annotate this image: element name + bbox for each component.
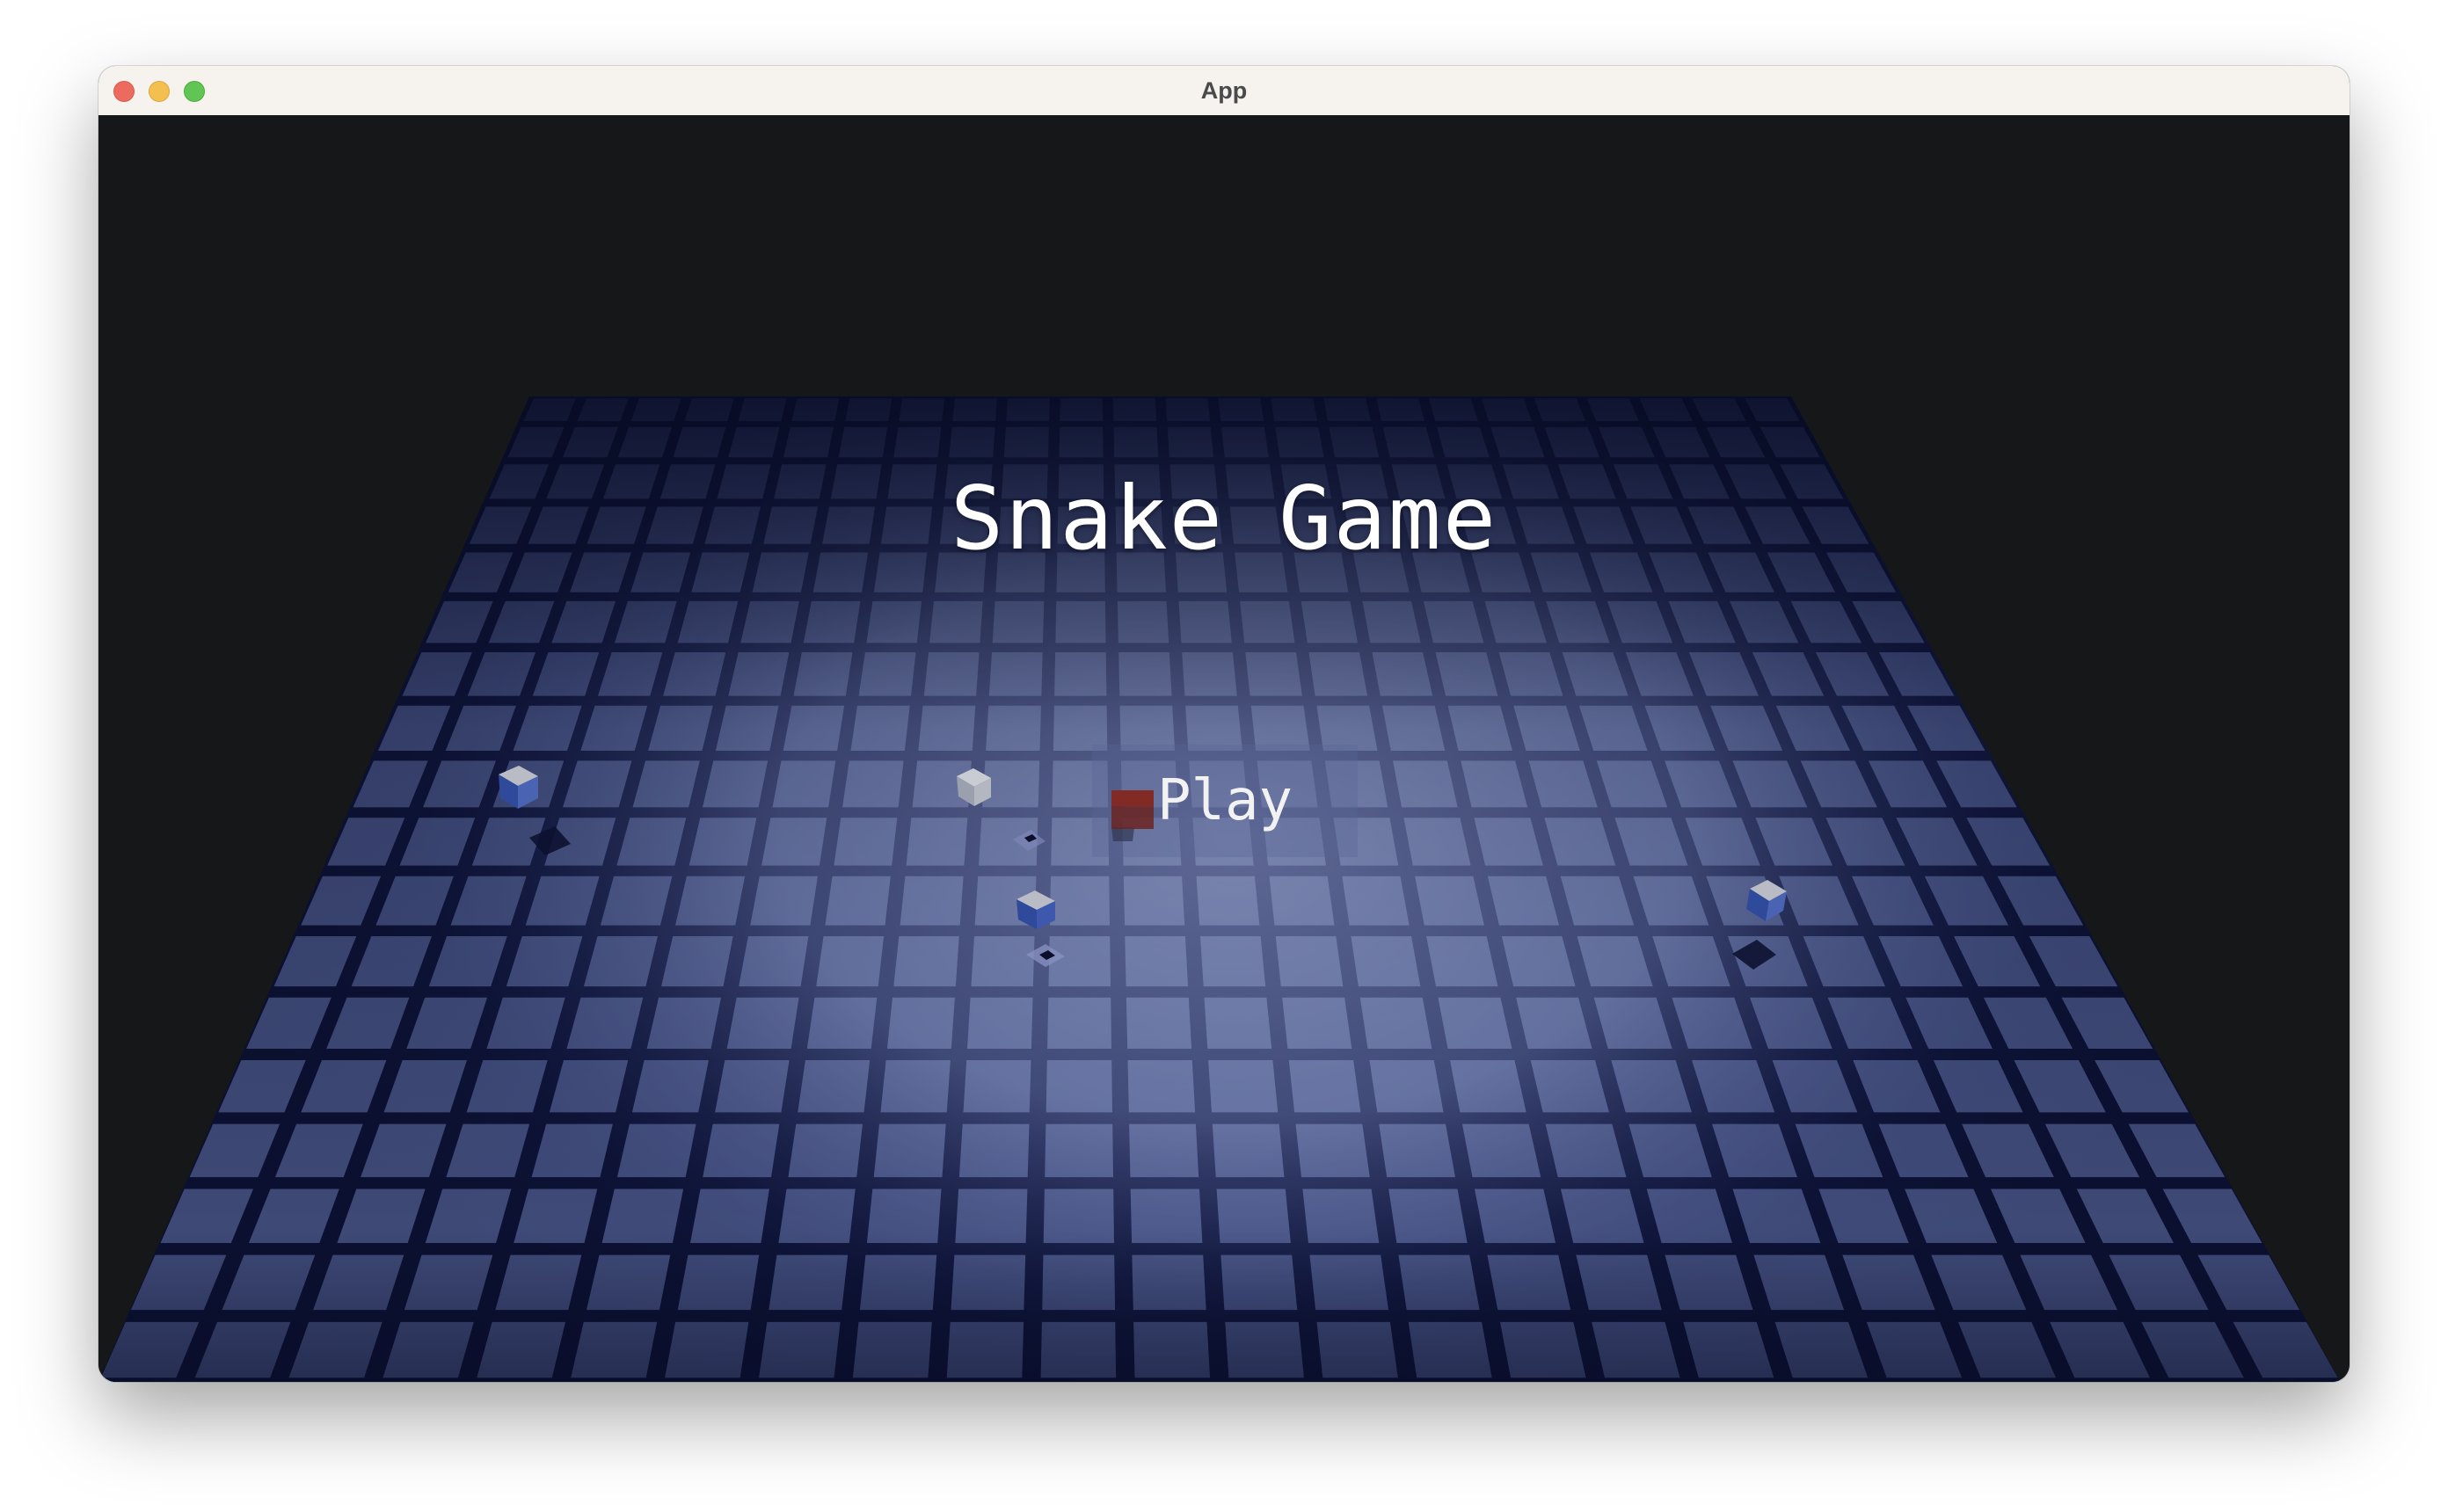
app-window: App Snake Game Play xyxy=(98,66,2350,1382)
window-title: App xyxy=(1200,77,1248,104)
play-button-label: Play xyxy=(1156,768,1293,833)
game-viewport[interactable]: Snake Game Play xyxy=(98,115,2350,1382)
play-button[interactable]: Play xyxy=(1092,745,1358,857)
title-bar: App xyxy=(98,66,2350,116)
game-title: Snake Game xyxy=(950,467,1498,570)
